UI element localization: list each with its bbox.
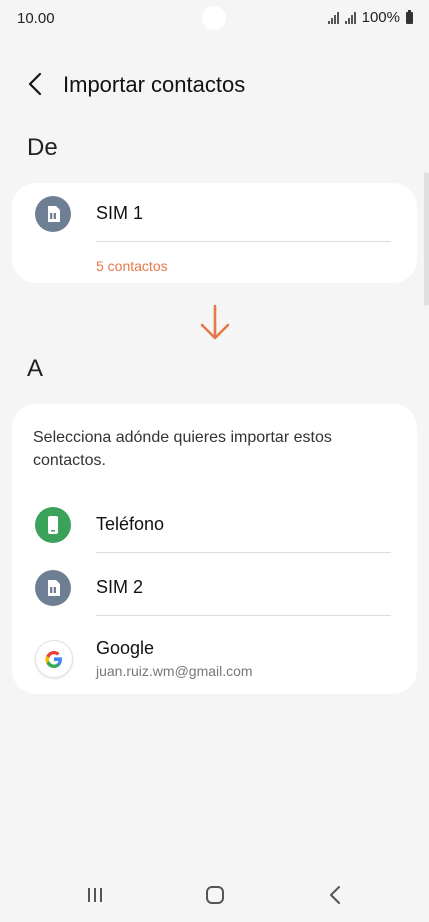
destination-description: Selecciona adónde quieres importar estos… (33, 429, 332, 469)
to-section-label: A (27, 355, 44, 382)
nav-back-button[interactable] (320, 880, 350, 910)
back-button[interactable] (22, 70, 50, 98)
battery-percentage: 100% (361, 9, 400, 26)
google-icon (35, 640, 73, 678)
source-contact-count: 5 contactos (96, 258, 168, 274)
recents-icon (88, 888, 102, 902)
signal-icon (327, 11, 339, 24)
scrollbar[interactable] (424, 172, 429, 306)
destination-google-row[interactable]: Google juan.ruiz.wm@gmail.com (12, 617, 417, 687)
home-button[interactable] (200, 880, 230, 910)
sim-card-icon (35, 570, 71, 606)
sim-card-icon (35, 196, 71, 232)
arrow-down-icon (200, 304, 230, 340)
destination-card: Selecciona adónde quieres importar estos… (12, 404, 417, 694)
status-icons: 100% (327, 9, 413, 26)
status-time: 10.00 (17, 10, 55, 27)
signal-icon (344, 11, 356, 24)
navigation-bar (0, 866, 429, 922)
app-bar: Importar contactos (0, 60, 429, 110)
chevron-left-icon (28, 72, 42, 96)
source-sim1-row[interactable]: SIM 1 5 contactos (12, 183, 417, 283)
destination-name: SIM 2 (96, 577, 144, 597)
divider (96, 241, 391, 242)
destination-name: Google (96, 638, 155, 658)
divider (96, 552, 391, 553)
destination-sim2-row[interactable]: SIM 2 (12, 554, 417, 616)
status-bar: 10.00 100% (0, 0, 429, 36)
destination-phone-row[interactable]: Teléfono (12, 492, 417, 554)
recents-button[interactable] (80, 880, 110, 910)
source-card: SIM 1 5 contactos (12, 183, 417, 283)
source-name: SIM 1 (96, 203, 144, 223)
back-icon (330, 886, 340, 904)
destination-name: Teléfono (96, 514, 165, 534)
from-section-label: De (27, 134, 58, 161)
divider (96, 615, 391, 616)
camera-cutout (202, 6, 226, 30)
page-title: Importar contactos (63, 72, 246, 97)
battery-icon (406, 9, 413, 24)
phone-icon (35, 507, 71, 543)
destination-account: juan.ruiz.wm@gmail.com (96, 663, 253, 679)
home-icon (206, 886, 224, 904)
